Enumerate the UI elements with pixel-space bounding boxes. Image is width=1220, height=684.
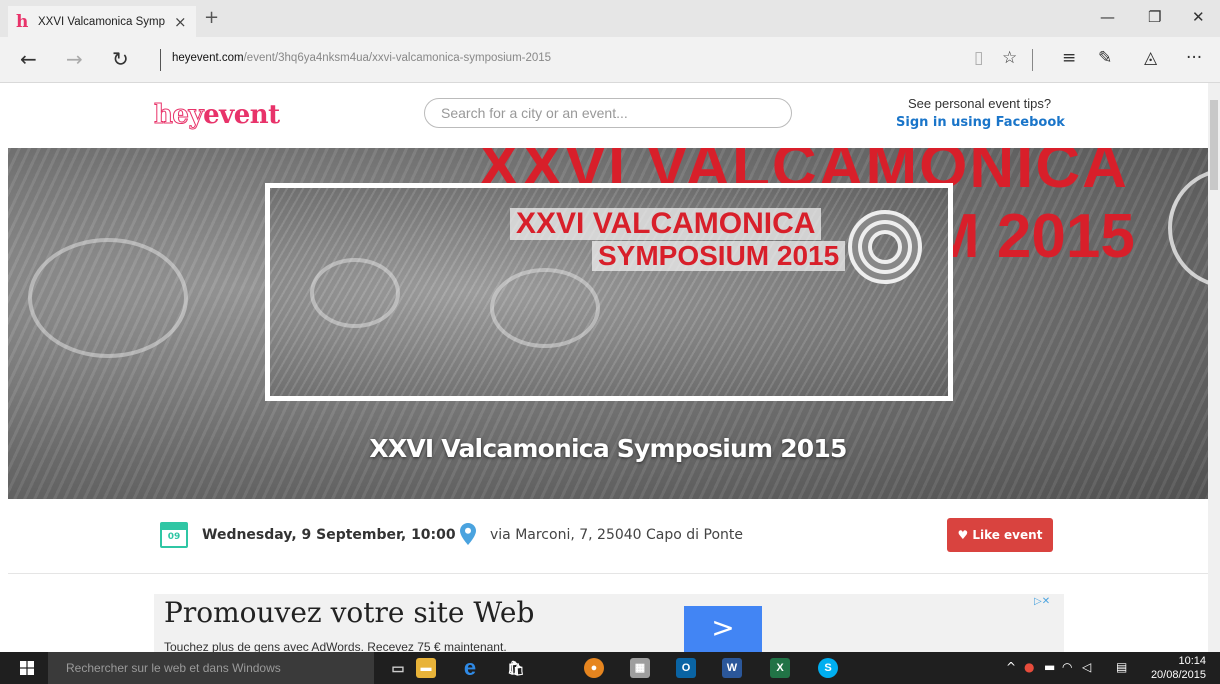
ad-subline: Touchez plus de gens avec AdWords. Recev… bbox=[164, 640, 507, 652]
search-input[interactable]: Search for a city or an event... bbox=[424, 98, 792, 128]
tab-title: XXVI Valcamonica Symp bbox=[38, 15, 165, 28]
battery-icon[interactable]: ▬ bbox=[1044, 660, 1055, 674]
divider bbox=[8, 573, 1208, 574]
taskbar-search-input[interactable]: Rechercher sur le web et dans Windows bbox=[48, 652, 374, 684]
url-host: heyevent.com bbox=[172, 52, 244, 64]
banner-title-line1: XXVI VALCAMONICA bbox=[510, 208, 822, 240]
restore-icon[interactable]: ❐ bbox=[1148, 8, 1161, 26]
refresh-icon[interactable]: ↻ bbox=[112, 47, 129, 71]
event-title: XXVI Valcamonica Symposium 2015 bbox=[369, 434, 847, 463]
rock-carving-shape bbox=[28, 238, 188, 358]
facebook-signin-link[interactable]: Sign in using Facebook bbox=[896, 115, 1065, 130]
store-icon[interactable]: 🛍 bbox=[506, 658, 526, 678]
edge-browser-icon[interactable]: e bbox=[460, 657, 480, 679]
ad-headline[interactable]: Promouvez votre site Web bbox=[164, 596, 534, 629]
windows-taskbar: Rechercher sur le web et dans Windows ▭ … bbox=[0, 652, 1220, 684]
outlook-icon[interactable]: O bbox=[676, 658, 696, 678]
heart-icon: ♥ bbox=[957, 528, 969, 542]
firefox-icon[interactable]: ● bbox=[584, 658, 604, 678]
heyevent-favicon-icon: h bbox=[16, 11, 29, 32]
more-icon[interactable]: ··· bbox=[1186, 48, 1202, 68]
new-tab-button[interactable]: + bbox=[204, 7, 219, 28]
tab-close-icon[interactable]: × bbox=[174, 13, 187, 31]
hero-background-text-2: M 2015 bbox=[928, 202, 1135, 271]
web-page: heyevent Search for a city or an event..… bbox=[8, 83, 1208, 652]
adchoices-icon[interactable]: ▷✕ bbox=[1034, 596, 1050, 607]
event-date: Wednesday, 9 September, 10:00 bbox=[202, 527, 456, 543]
scrollbar-thumb[interactable] bbox=[1210, 100, 1218, 190]
volume-icon[interactable]: ◁ bbox=[1082, 660, 1091, 674]
url-separator bbox=[160, 49, 161, 71]
excel-icon[interactable]: X bbox=[770, 658, 790, 678]
windows-start-icon[interactable] bbox=[20, 661, 34, 675]
address-bar: ← → ↻ heyevent.com/event/3hq6ya4nksm4ua/… bbox=[0, 37, 1220, 83]
word-icon[interactable]: W bbox=[722, 658, 742, 678]
file-explorer-icon[interactable]: ▬ bbox=[416, 658, 436, 678]
event-address[interactable]: via Marconi, 7, 25040 Capo di Ponte bbox=[490, 527, 743, 543]
url-path: /event/3hq6ya4nksm4ua/xxvi-valcamonica-s… bbox=[243, 52, 552, 64]
close-window-icon[interactable]: ✕ bbox=[1192, 8, 1205, 26]
tray-chevron-icon[interactable]: ^ bbox=[1006, 660, 1016, 674]
tray-app-icon[interactable]: ● bbox=[1024, 660, 1034, 674]
calendar-day: 09 bbox=[167, 532, 181, 542]
banner-title-line2: SYMPOSIUM 2015 bbox=[592, 241, 846, 271]
task-view-icon[interactable]: ▭ bbox=[388, 658, 408, 678]
spiral-logo-icon bbox=[848, 210, 922, 284]
tips-text: See personal event tips? bbox=[908, 96, 1052, 111]
skype-icon[interactable]: S bbox=[818, 658, 838, 678]
forward-icon[interactable]: → bbox=[66, 47, 83, 71]
toolbar-separator bbox=[1032, 49, 1033, 71]
browser-tab-bar: h XXVI Valcamonica Symp × + — ❐ ✕ bbox=[0, 0, 1220, 37]
notifications-icon[interactable]: ▤ bbox=[1116, 660, 1127, 674]
clock-time: 10:14 bbox=[1178, 655, 1206, 667]
hub-icon[interactable]: ≡ bbox=[1062, 48, 1076, 68]
location-pin-icon bbox=[460, 523, 476, 545]
system-clock[interactable]: 10:14 20/08/2015 bbox=[1146, 654, 1206, 682]
like-event-button[interactable]: ♥ Like event bbox=[947, 518, 1053, 552]
favorite-star-icon[interactable]: ☆ bbox=[1002, 48, 1017, 68]
reading-view-icon[interactable]: ▯ bbox=[974, 48, 983, 68]
minimize-icon[interactable]: — bbox=[1100, 8, 1115, 26]
heyevent-logo[interactable]: heyevent bbox=[153, 100, 280, 131]
spiral-logo-shape bbox=[1168, 168, 1208, 288]
ad-arrow-button[interactable]: > bbox=[684, 606, 762, 652]
calendar-icon: 09 bbox=[160, 522, 188, 548]
share-icon[interactable]: ◬ bbox=[1144, 48, 1157, 68]
clock-date: 20/08/2015 bbox=[1150, 669, 1206, 681]
hero-banner: XXVI VALCAMONICA M 2015 XXVI VALCAMONICA… bbox=[8, 148, 1208, 499]
logo-hey: hey bbox=[153, 100, 204, 131]
rock-carving-shape bbox=[310, 258, 400, 328]
photos-app-icon[interactable]: ▦ bbox=[630, 658, 650, 678]
browser-tab[interactable]: h XXVI Valcamonica Symp × bbox=[8, 6, 196, 37]
url-field[interactable]: heyevent.com/event/3hq6ya4nksm4ua/xxvi-v… bbox=[172, 52, 551, 64]
logo-event: event bbox=[203, 100, 280, 130]
wifi-icon[interactable]: ◠ bbox=[1062, 660, 1072, 674]
advertisement[interactable]: Promouvez votre site Web Touchez plus de… bbox=[154, 594, 1064, 652]
back-icon[interactable]: ← bbox=[20, 47, 37, 71]
rock-carving-shape bbox=[490, 268, 600, 348]
event-image: XXVI VALCAMONICA SYMPOSIUM 2015 bbox=[265, 183, 953, 401]
like-label: Like event bbox=[972, 528, 1043, 542]
web-note-icon[interactable]: ✎ bbox=[1098, 48, 1112, 68]
